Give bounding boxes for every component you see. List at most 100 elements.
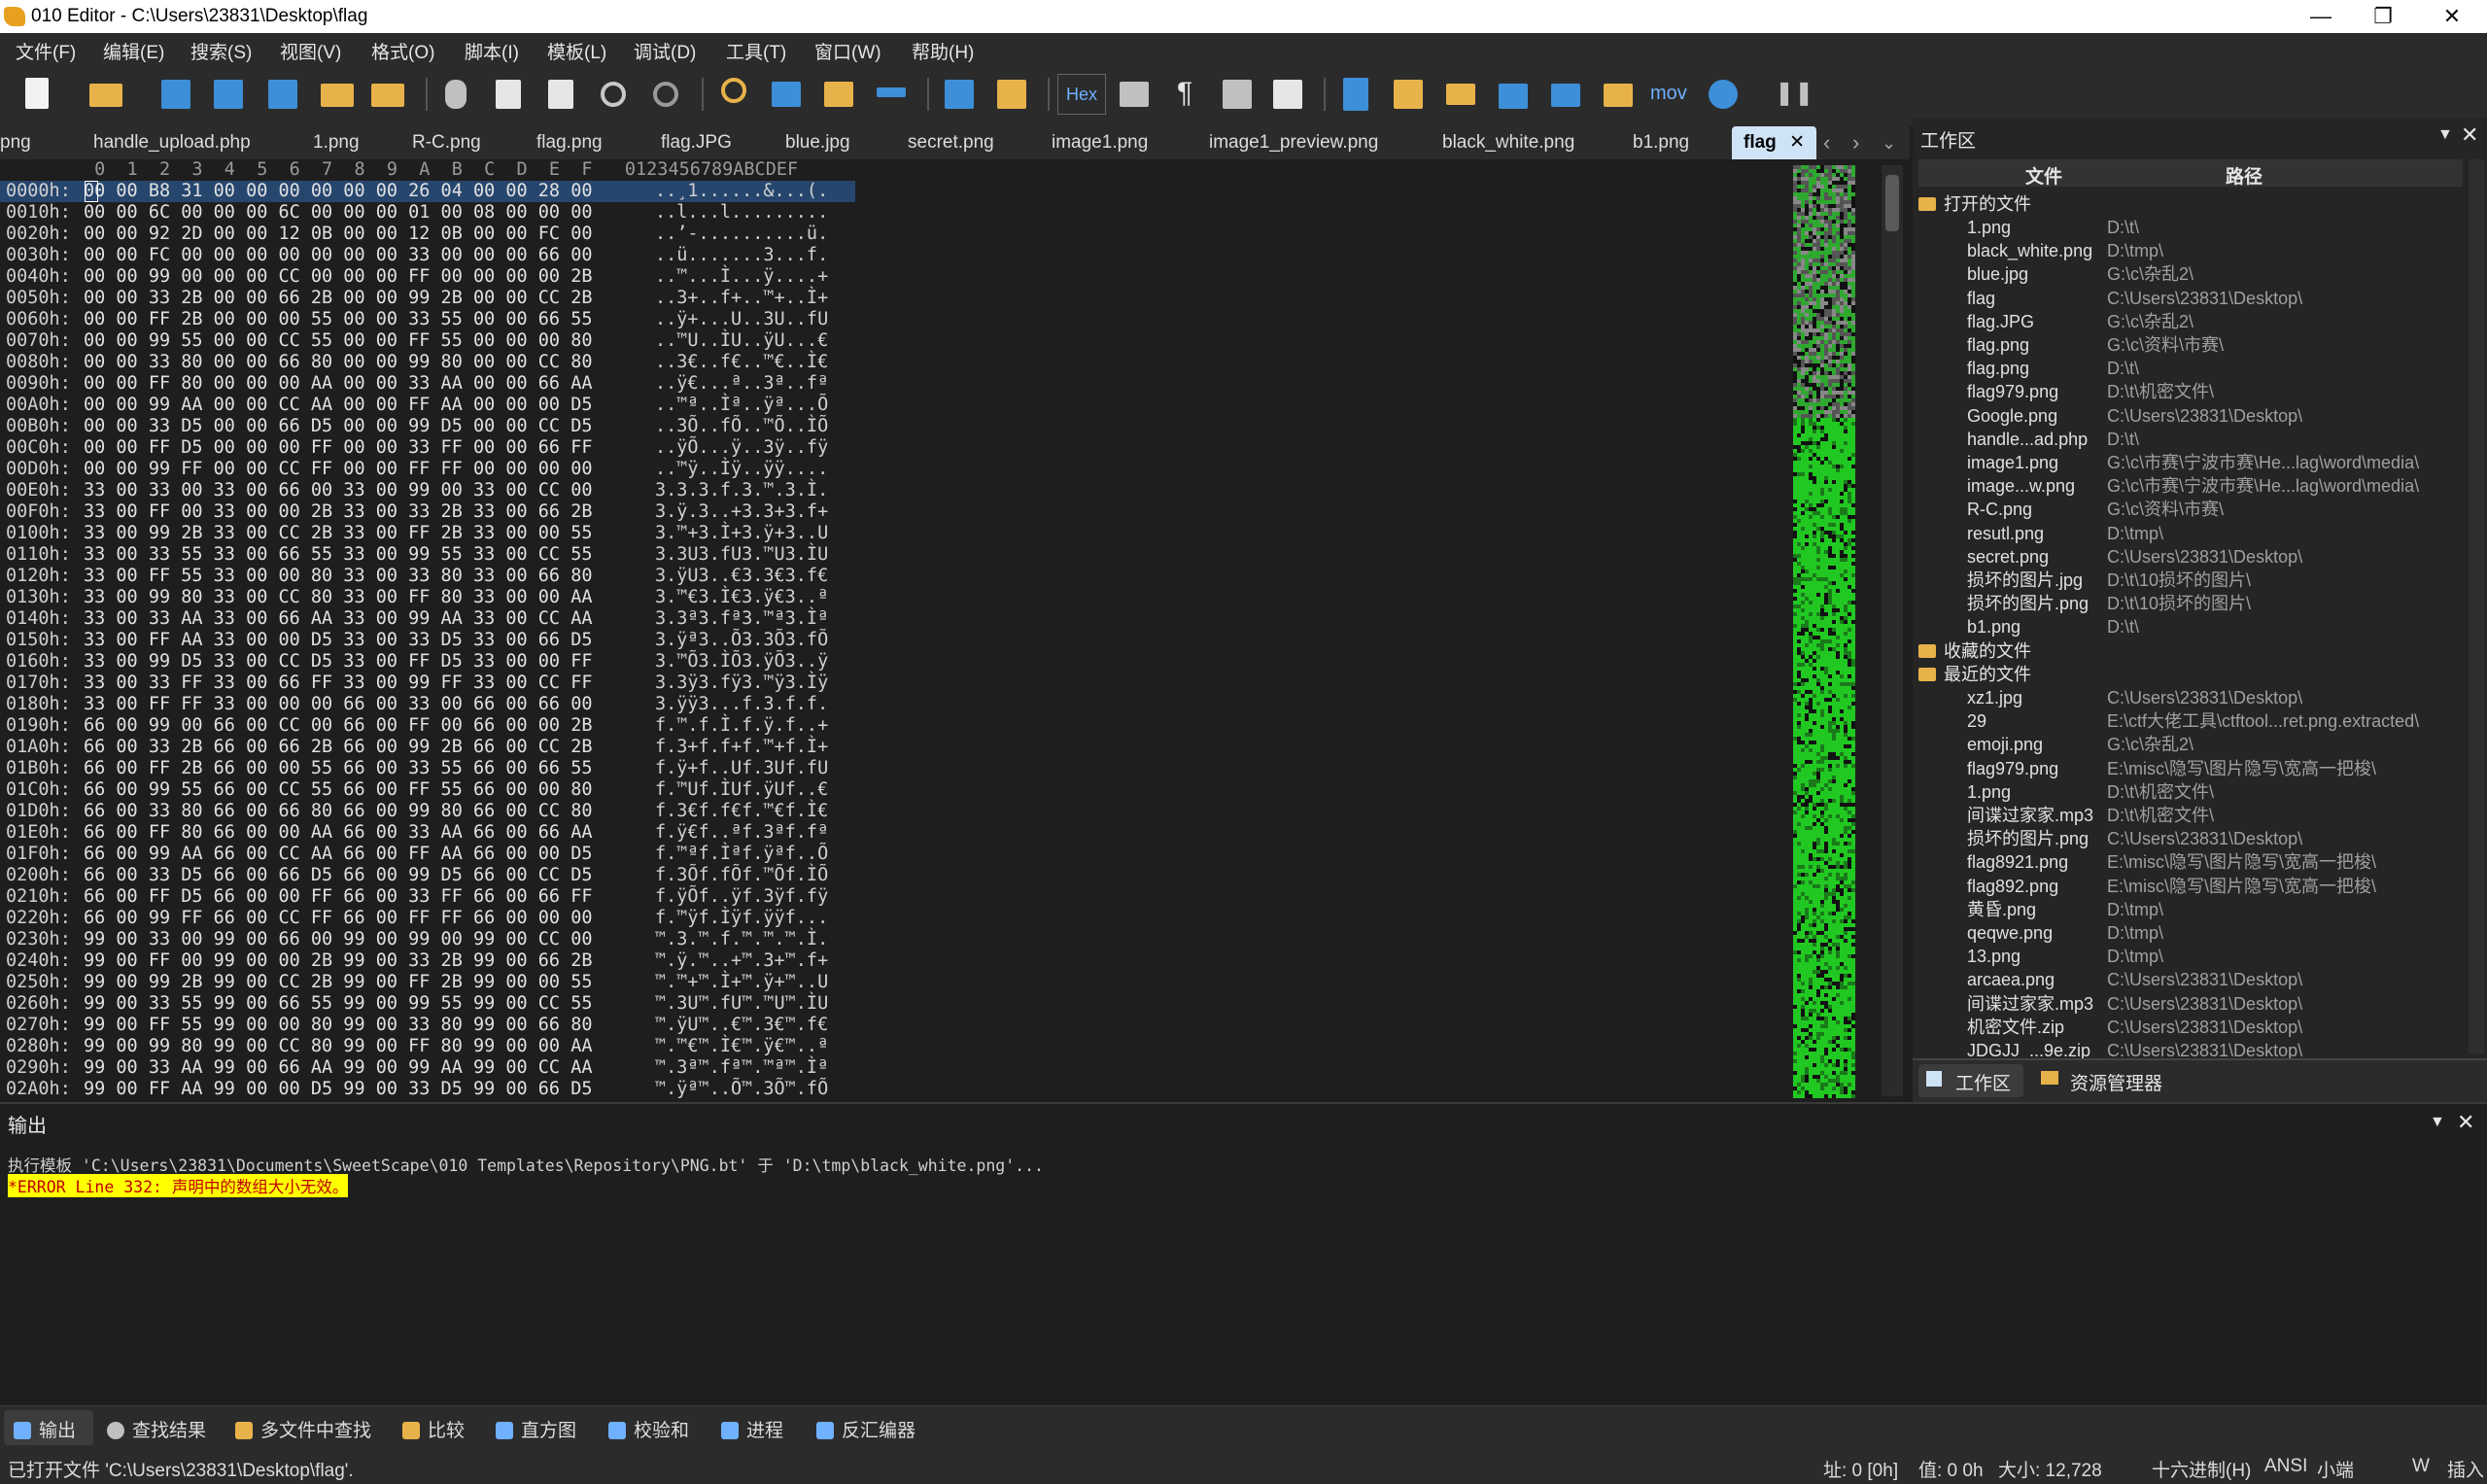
compare-icon[interactable] (1440, 74, 1481, 115)
hex-row[interactable]: 0290h: 99 00 33 AA 99 00 66 AA 99 00 99 A… (0, 1057, 855, 1079)
save-all-icon[interactable] (262, 74, 303, 115)
tab-file[interactable]: 1.png (313, 126, 360, 159)
ascii-text[interactable]: ™.ÿª™..Õ™.3Õ™.fÕ (655, 1079, 828, 1100)
menu-view[interactable]: 视图(V) (280, 38, 341, 64)
close-tab-icon[interactable]: ✕ (1789, 132, 1805, 153)
highlight-icon[interactable] (1267, 74, 1308, 115)
hex-row[interactable]: 0050h: 00 00 33 2B 00 00 66 2B 00 00 99 2… (0, 288, 855, 309)
hex-row[interactable]: 0230h: 99 00 33 00 99 00 66 00 99 00 99 0… (0, 929, 855, 950)
ascii-text[interactable]: 3.3ÿ3.fÿ3.™ÿ3.Ìÿ (655, 673, 828, 694)
ascii-text[interactable]: 3.™Õ3.ÌÕ3.ÿÕ3..ÿ (655, 651, 828, 673)
tab-checksum[interactable]: 校验和 (608, 1416, 689, 1442)
columns-icon[interactable] (1217, 74, 1258, 115)
status-endian[interactable]: 小端 (2317, 1456, 2354, 1482)
ascii-text[interactable]: ..ÿ+...U..3U..fU (655, 309, 828, 330)
text-mode-icon[interactable] (1114, 74, 1155, 115)
tab-file[interactable]: flag.png (536, 126, 603, 159)
hex-row[interactable]: 0220h: 66 00 99 FF 66 00 CC FF 66 00 FF F… (0, 908, 855, 929)
open-folder-icon[interactable] (317, 74, 358, 115)
hex-bytes[interactable]: 33 00 FF 55 33 00 00 80 33 00 33 80 33 0… (84, 566, 592, 587)
hex-row[interactable]: 0180h: 33 00 FF FF 33 00 00 00 66 00 33 0… (0, 694, 855, 715)
file-list-item[interactable]: 29 E:\ctf大佬工具\ctftool...ret.png.extracted… (1918, 709, 2472, 733)
hex-row[interactable]: 0260h: 99 00 33 55 99 00 66 55 99 00 99 5… (0, 993, 855, 1015)
ascii-text[interactable]: 3.3ª3.fª3.™ª3.Ìª (655, 608, 828, 630)
hex-row[interactable]: 0210h: 66 00 FF D5 66 00 00 FF 66 00 33 F… (0, 886, 855, 908)
replace-icon[interactable] (766, 74, 807, 115)
undo-icon[interactable] (593, 74, 634, 115)
tab-explorer[interactable]: 资源管理器 (2070, 1069, 2162, 1095)
file-list-item[interactable]: blue.jpg G:\c\杂乱2\ (1918, 262, 2472, 286)
file-list-item[interactable]: image1.png G:\c\市赛\宁波市赛\He...lag\word\med… (1918, 451, 2472, 474)
tab-file[interactable]: handle_upload.php (93, 126, 251, 159)
file-list-item[interactable]: 机密文件.zip C:\Users\23831\Desktop\ (1918, 1016, 2472, 1039)
hex-row[interactable]: 0060h: 00 00 FF 2B 00 00 00 55 00 00 33 5… (0, 309, 855, 330)
hex-bytes[interactable]: 66 00 33 2B 66 00 66 2B 66 00 99 2B 66 0… (84, 737, 592, 758)
output-menu-icon[interactable]: ▼ (2430, 1114, 2445, 1131)
hex-row[interactable]: 0140h: 33 00 33 AA 33 00 66 AA 33 00 99 A… (0, 608, 855, 630)
file-list-item[interactable]: black_white.png D:\tmp\ (1918, 239, 2472, 262)
hex-row[interactable]: 01D0h: 66 00 33 80 66 00 66 80 66 00 99 8… (0, 801, 855, 822)
tab-find-results[interactable]: 查找结果 (107, 1416, 206, 1442)
hex-bytes[interactable]: 66 00 99 AA 66 00 CC AA 66 00 FF AA 66 0… (84, 844, 592, 865)
menu-window[interactable]: 窗口(W) (814, 38, 881, 64)
hex-row[interactable]: 0040h: 00 00 99 00 00 00 CC 00 00 00 FF 0… (0, 266, 855, 288)
hex-minimap[interactable] (1793, 165, 1855, 1098)
hex-row[interactable]: 0080h: 00 00 33 80 00 00 66 80 00 00 99 8… (0, 352, 855, 373)
ascii-text[interactable]: ™.3ª™.fª™.™ª™.Ìª (655, 1057, 828, 1079)
hex-bytes[interactable]: 66 00 FF 2B 66 00 00 55 66 00 33 55 66 0… (84, 758, 592, 779)
tab-list-icon[interactable]: ⌄ (1882, 126, 1896, 159)
group-open-files[interactable]: 打开的文件 (1918, 192, 2031, 216)
file-list-item[interactable]: flag.JPG G:\c\杂乱2\ (1918, 310, 2472, 333)
hex-row[interactable]: 01F0h: 66 00 99 AA 66 00 CC AA 66 00 FF A… (0, 844, 855, 865)
ascii-text[interactable]: 3.3.3.f.3.™.3.Ì. (655, 480, 828, 501)
hex-bytes[interactable]: 99 00 99 2B 99 00 CC 2B 99 00 FF 2B 99 0… (84, 972, 592, 993)
ascii-text[interactable]: f.™ªf.Ìªf.ÿªf..Õ (655, 844, 828, 865)
workspace-scrollbar[interactable] (2469, 159, 2484, 1053)
file-list-item[interactable]: flag892.png E:\misc\隐写\图片隐写\宽高一把梭\ (1918, 875, 2472, 898)
tab-flag-active[interactable]: flag ✕ (1732, 126, 1816, 159)
hex-bytes[interactable]: 33 00 33 FF 33 00 66 FF 33 00 99 FF 33 0… (84, 673, 592, 694)
file-list-item[interactable]: flag.png D:\t\ (1918, 357, 2472, 380)
menu-debug[interactable]: 调试(D) (634, 38, 696, 64)
ascii-text[interactable]: 3.™+3.Ì+3.ÿ+3..U (655, 523, 828, 544)
new-file-icon[interactable] (17, 74, 58, 115)
ascii-text[interactable]: f.ÿ+f..Uf.3Uf.fU (655, 758, 828, 779)
file-list-item[interactable]: 损坏的图片.png C:\Users\23831\Desktop\ (1918, 827, 2472, 850)
hex-bytes[interactable]: 00 00 99 00 00 00 CC 00 00 00 FF 00 00 0… (84, 266, 592, 288)
tab-next-icon[interactable]: › (1852, 126, 1859, 159)
ascii-text[interactable]: ..™...Ì...ÿ....+ (655, 266, 828, 288)
ascii-text[interactable]: ..™U..ÌU..ÿU...€ (655, 330, 828, 352)
file-list-item[interactable]: 1.png D:\t\ (1918, 216, 2472, 239)
hex-row[interactable]: 0150h: 33 00 FF AA 33 00 00 D5 33 00 33 D… (0, 630, 855, 651)
hex-bytes[interactable]: 33 00 FF AA 33 00 00 D5 33 00 33 D5 33 0… (84, 630, 592, 651)
hex-bytes[interactable]: 99 00 33 00 99 00 66 00 99 00 99 00 99 0… (84, 929, 592, 950)
calculator-icon[interactable] (1335, 74, 1376, 115)
hex-bytes[interactable]: 99 00 FF 00 99 00 00 2B 99 00 33 2B 99 0… (84, 950, 592, 972)
hex-bytes[interactable]: 33 00 FF 00 33 00 00 2B 33 00 33 2B 33 0… (84, 501, 592, 523)
file-list-item[interactable]: flag C:\Users\23831\Desktop\ (1918, 287, 2472, 310)
hex-bytes[interactable]: 00 00 33 2B 00 00 66 2B 00 00 99 2B 00 0… (84, 288, 592, 309)
file-list-item[interactable]: resutl.png D:\tmp\ (1918, 522, 2472, 545)
file-list-item[interactable]: secret.png C:\Users\23831\Desktop\ (1918, 545, 2472, 569)
run-template-icon[interactable] (991, 74, 1032, 115)
hex-row[interactable]: 01C0h: 66 00 99 55 66 00 CC 55 66 00 FF 5… (0, 779, 855, 801)
hex-bytes[interactable]: 33 00 99 D5 33 00 CC D5 33 00 FF D5 33 0… (84, 651, 592, 673)
file-list-item[interactable]: flag979.png D:\t\机密文件\ (1918, 380, 2472, 403)
tab-file[interactable]: flag.JPG (661, 126, 732, 159)
minimize-button[interactable]: — (2286, 0, 2356, 33)
hex-row[interactable]: 0070h: 00 00 99 55 00 00 CC 55 00 00 FF 5… (0, 330, 855, 352)
ascii-text[interactable]: f.™ÿf.Ìÿf.ÿÿf... (655, 908, 828, 929)
tab-find-in-files[interactable]: 多文件中查找 (235, 1416, 371, 1442)
tab-prev-icon[interactable]: ‹ (1823, 126, 1830, 159)
status-edit-mode[interactable]: 十六进制(H) (2152, 1456, 2251, 1482)
tab-compare[interactable]: 比较 (402, 1416, 465, 1442)
verify-icon[interactable] (1598, 74, 1639, 115)
hex-bytes[interactable]: 00 00 92 2D 00 00 12 0B 00 00 12 0B 00 0… (84, 224, 592, 245)
ascii-text[interactable]: ™.™+™.Ì+™.ÿ+™..U (655, 972, 828, 993)
tab-file[interactable]: image1.png (1052, 126, 1148, 159)
ascii-text[interactable]: ..™ÿ..Ìÿ..ÿÿ.... (655, 459, 828, 480)
ascii-text[interactable]: 3.3U3.fU3.™U3.ÌU (655, 544, 828, 566)
hex-bytes[interactable]: 00 00 FF 2B 00 00 00 55 00 00 33 55 00 0… (84, 309, 592, 330)
hex-bytes[interactable]: 00 00 6C 00 00 00 6C 00 00 00 01 00 08 0… (84, 202, 592, 224)
file-list-item[interactable]: flag.png G:\c\资料\市赛\ (1918, 333, 2472, 357)
